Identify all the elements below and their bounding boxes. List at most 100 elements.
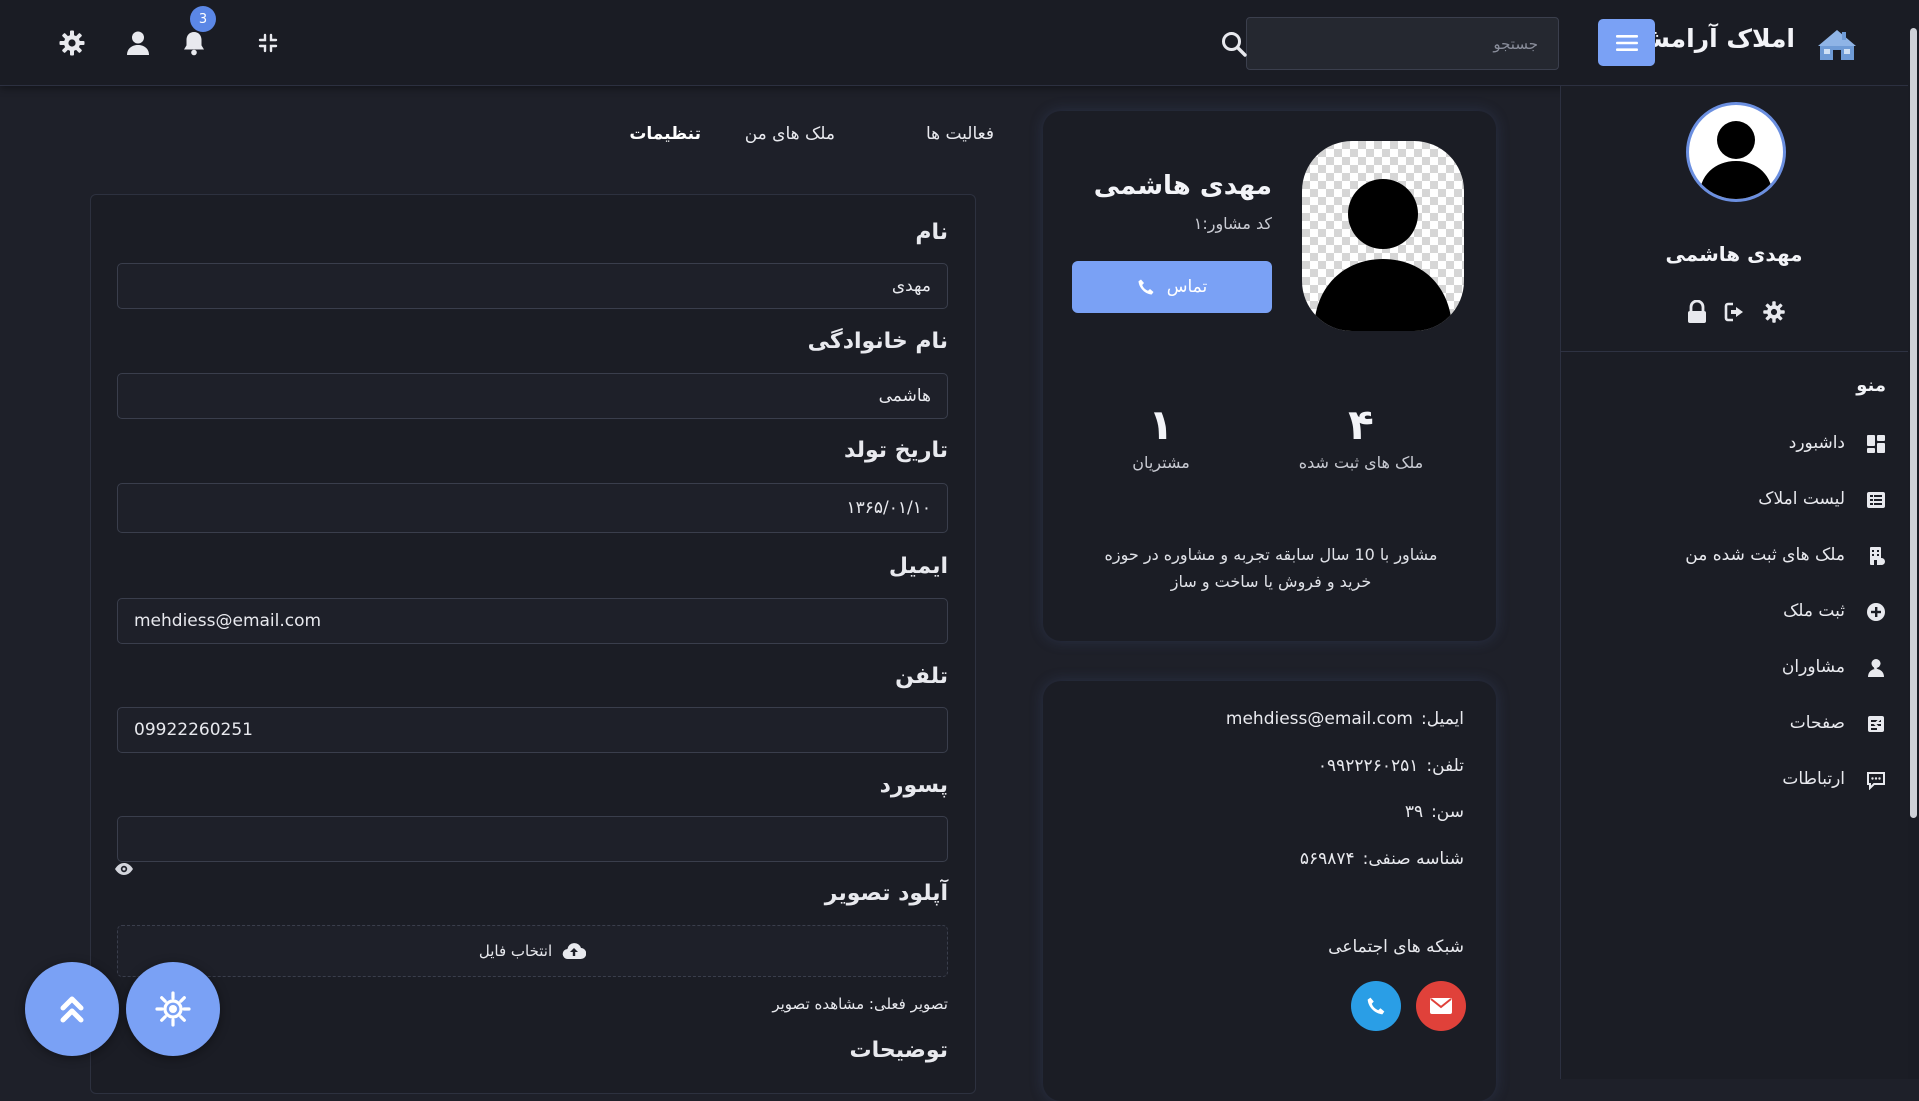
lock-icon[interactable]: [1686, 300, 1708, 324]
profile-avatar: [1302, 141, 1464, 331]
info-phone-value[interactable]: ۰۹۹۲۲۲۶۰۲۵۱: [1318, 756, 1418, 776]
sidebar-user-name: مهدی هاشمی: [1665, 242, 1803, 266]
notification-badge: 3: [190, 6, 216, 32]
tab-my-properties[interactable]: ملک های من: [745, 124, 835, 144]
sidebar-item-label: ملک های ثبت شده من: [1685, 545, 1845, 565]
info-phone: تلفن: ۰۹۹۲۲۲۶۰۲۵۱: [1318, 756, 1464, 776]
info-age: سن: ۳۹: [1405, 802, 1464, 822]
first-name-field[interactable]: [117, 263, 948, 309]
sidebar-item-pages[interactable]: صفحات: [1560, 704, 1908, 744]
chat-icon: [1866, 770, 1886, 790]
tab-settings[interactable]: تنظیمات: [629, 124, 701, 144]
info-phone-key: تلفن:: [1426, 756, 1464, 776]
main-panel: فعالیت ها ملک های من تنظیمات نام نام خان…: [60, 100, 1010, 1094]
info-age-key: سن:: [1431, 802, 1464, 822]
plus-circle-icon: [1866, 602, 1886, 622]
page-scrollbar[interactable]: [1908, 0, 1919, 1079]
sidebar-item-label: ثبت ملک: [1783, 601, 1845, 621]
double-chevron-up-icon: [58, 994, 86, 1024]
eye-icon[interactable]: [114, 859, 134, 879]
file-upload-button[interactable]: انتخاب فایل: [117, 925, 948, 977]
scrollbar-thumb[interactable]: [1910, 28, 1917, 818]
last-name-field[interactable]: [117, 373, 948, 419]
logo-icon[interactable]: [1816, 24, 1858, 62]
sidebar-item-label: ارتباطات: [1782, 769, 1845, 789]
stat-value: ۴: [1348, 400, 1374, 449]
logout-icon[interactable]: [1723, 300, 1747, 324]
profile-name: مهدی هاشمی: [1093, 171, 1272, 201]
bell-icon[interactable]: [180, 29, 208, 57]
tab-activities[interactable]: فعالیت ها: [926, 124, 994, 144]
chevron-left-icon: [1870, 660, 1886, 676]
phone-icon: [1366, 996, 1386, 1016]
settings-form: نام نام خانوادگی تاریخ تولد ایمیل تلفن پ…: [90, 194, 976, 1094]
avatar[interactable]: [1686, 102, 1786, 202]
sidebar-item-label: صفحات: [1789, 713, 1845, 733]
sidebar-item-communications[interactable]: ارتباطات: [1560, 760, 1908, 800]
info-email-key: ایمیل:: [1420, 709, 1464, 729]
contact-button-label: تماس: [1166, 277, 1208, 297]
building-icon: [1866, 546, 1886, 566]
menu-toggle-button[interactable]: [1598, 19, 1655, 66]
email-social-button[interactable]: [1416, 981, 1466, 1031]
stat-caption: ملک های ثبت شده: [1298, 453, 1424, 472]
last-name-label: نام خانوادگی: [807, 329, 948, 354]
gear-icon[interactable]: [1762, 300, 1786, 324]
sidebar-item-my-properties[interactable]: ملک های ثبت شده من: [1560, 536, 1908, 576]
description-label: توضیحات: [849, 1038, 948, 1063]
contact-button[interactable]: تماس: [1072, 261, 1272, 313]
profile-description: مشاور با 10 سال سابقه تجربه و مشاوره در …: [1104, 545, 1438, 591]
phone-social-button[interactable]: [1351, 981, 1401, 1031]
brand-title[interactable]: املاک آرامش: [1635, 24, 1795, 53]
sidebar-item-label: لیست املاک: [1758, 489, 1845, 509]
phone-icon: [1137, 278, 1155, 296]
upload-image-label: آپلود تصویر: [824, 881, 948, 906]
envelope-icon: [1430, 998, 1452, 1014]
menu-icon: [1615, 34, 1638, 52]
stat-customers: ۱ مشتریان: [1116, 400, 1206, 473]
scroll-to-top-button[interactable]: [25, 962, 119, 1056]
first-name-label: نام: [915, 220, 948, 245]
info-guild-id-key: شناسه صنفی:: [1362, 849, 1464, 869]
phone-label: تلفن: [895, 664, 948, 689]
dashboard-icon: [1866, 434, 1886, 454]
sidebar-item-advisors[interactable]: مشاوران: [1560, 648, 1908, 688]
info-email-value[interactable]: mehdiess@email.com: [1226, 709, 1413, 729]
password-label: پسورد: [879, 773, 948, 798]
user-icon[interactable]: [124, 29, 152, 57]
profile-card: مهدی هاشمی کد مشاور:۱ تماس ۴ ملک های ثبت…: [1043, 111, 1496, 641]
stat-registered-properties: ۴ ملک های ثبت شده: [1296, 400, 1426, 473]
phone-field[interactable]: [117, 707, 948, 753]
theme-toggle-button[interactable]: [126, 962, 220, 1056]
password-field[interactable]: [117, 816, 948, 862]
sidebar-item-label: مشاوران: [1781, 657, 1845, 677]
gear-icon[interactable]: [58, 29, 86, 57]
sidebar-user-actions: [1686, 298, 1786, 326]
sidebar-item-dashboard[interactable]: داشبورد: [1560, 424, 1908, 464]
stat-value: ۱: [1148, 400, 1174, 449]
sun-icon: [155, 991, 191, 1027]
stat-caption: مشتریان: [1132, 453, 1190, 472]
top-header: املاک آرامش 3: [0, 0, 1908, 86]
sidebar-item-add-property[interactable]: ثبت ملک: [1560, 592, 1908, 632]
info-guild-id: شناسه صنفی: ۵۶۹۸۷۴: [1300, 849, 1464, 869]
email-field[interactable]: [117, 598, 948, 644]
search-icon[interactable]: [1220, 30, 1248, 58]
choose-file-label: انتخاب فایل: [478, 942, 553, 960]
search-input[interactable]: [1246, 17, 1559, 70]
list-icon: [1866, 490, 1886, 510]
current-image-link[interactable]: تصویر فعلی: مشاهده تصویر: [772, 995, 948, 1013]
compress-icon[interactable]: [256, 31, 280, 55]
email-label: ایمیل: [888, 554, 948, 579]
sidebar-divider: [1560, 351, 1908, 352]
info-guild-id-value: ۵۶۹۸۷۴: [1299, 849, 1355, 869]
social-networks-title: شبکه های اجتماعی: [1328, 937, 1464, 957]
sidebar-item-property-list[interactable]: لیست املاک: [1560, 480, 1908, 520]
sidebar: مهدی هاشمی منو داشبورد لیست املاک ملک ها…: [1560, 86, 1908, 1079]
info-age-value: ۳۹: [1404, 802, 1424, 822]
cloud-upload-icon: [562, 942, 587, 960]
contact-info-card: ایمیل: mehdiess@email.com تلفن: ۰۹۹۲۲۲۶۰۲۵…: [1043, 681, 1496, 1101]
chevron-left-icon: [1870, 716, 1886, 732]
birth-date-label: تاریخ تولد: [844, 438, 948, 463]
birth-date-field[interactable]: [117, 483, 948, 533]
